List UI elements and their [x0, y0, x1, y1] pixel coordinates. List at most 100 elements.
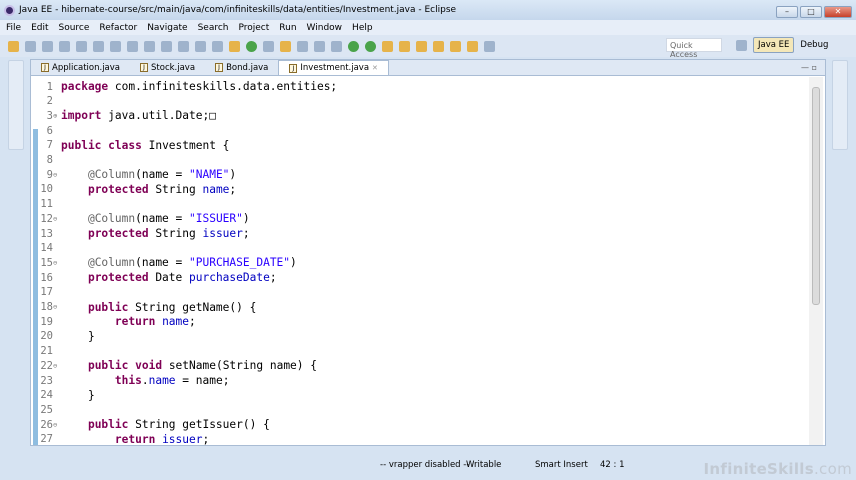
search-icon[interactable]	[263, 40, 274, 52]
code-token: public	[87, 359, 129, 373]
code-token: public	[87, 418, 129, 432]
next-annotation-icon[interactable]	[416, 40, 427, 52]
prev-annotation-icon[interactable]	[433, 40, 444, 52]
java-file-icon: J	[140, 63, 149, 72]
vertical-scrollbar[interactable]	[809, 77, 823, 445]
code-token: protected	[87, 182, 149, 196]
tab-stock[interactable]: J Stock.java	[130, 60, 205, 75]
tab-investment[interactable]: J Investment.java ✕	[278, 60, 389, 75]
editor-tabs: J Application.java J Stock.java J Bond.java…	[31, 60, 825, 76]
save-icon[interactable]	[25, 40, 36, 52]
menu-edit[interactable]: Edit	[31, 23, 48, 33]
show-whitespace-icon[interactable]	[314, 40, 325, 52]
tab-application[interactable]: J Application.java	[31, 60, 130, 75]
writable-status: Writable	[466, 460, 502, 470]
fold-toggle-icon[interactable]: ⊖	[53, 215, 57, 223]
perspective-debug[interactable]: Debug	[800, 40, 828, 50]
line-number: 26	[40, 418, 53, 431]
left-trim-stack[interactable]	[8, 60, 24, 150]
code-token: return	[114, 432, 156, 445]
last-edit-icon[interactable]	[450, 40, 461, 52]
skip-breakpoints-icon[interactable]	[76, 40, 87, 52]
code-line: 19 return name;	[31, 314, 195, 329]
fold-toggle-icon[interactable]: ⊖	[53, 362, 57, 370]
scroll-thumb[interactable]	[812, 87, 820, 305]
menu-help[interactable]: Help	[352, 23, 373, 33]
menu-project[interactable]: Project	[238, 23, 269, 33]
mark-occurrences-icon[interactable]	[280, 40, 291, 52]
print-icon[interactable]	[59, 40, 70, 52]
forward-icon[interactable]	[484, 40, 495, 52]
line-number: 9	[46, 168, 53, 181]
block-selection-icon[interactable]	[297, 40, 308, 52]
step-return-icon[interactable]	[195, 40, 206, 52]
run-icon[interactable]	[348, 40, 359, 52]
code-token: Investment {	[141, 138, 230, 152]
code-token: protected	[87, 271, 149, 285]
tab-bond[interactable]: J Bond.java	[205, 60, 278, 75]
close-button[interactable]: ✕	[824, 6, 852, 18]
line-number: 25	[40, 403, 53, 416]
line-number: 22	[40, 359, 53, 372]
menu-window[interactable]: Window	[307, 23, 343, 33]
new-project-icon[interactable]	[382, 40, 393, 52]
minimize-maximize-icons[interactable]: — ▫	[801, 63, 817, 72]
fold-toggle-icon[interactable]: ⊖	[53, 259, 57, 267]
line-number: 3	[46, 109, 53, 122]
open-perspective-icon[interactable]	[736, 39, 747, 51]
fold-toggle-icon[interactable]: ⊖	[53, 171, 57, 179]
window-title: Java EE - hibernate-course/src/main/java…	[19, 5, 457, 15]
code-token: (name =	[135, 168, 189, 182]
line-number: 20	[40, 330, 53, 343]
save-all-icon[interactable]	[42, 40, 53, 52]
disconnect-icon[interactable]	[144, 40, 155, 52]
external-tools-icon[interactable]	[365, 40, 376, 52]
menu-source[interactable]: Source	[59, 23, 90, 33]
code-token: void	[135, 359, 163, 373]
right-trim-stack[interactable]	[832, 60, 848, 150]
code-token: return	[114, 315, 156, 329]
open-folder-icon[interactable]	[399, 40, 410, 52]
server-icon[interactable]	[246, 40, 257, 52]
suspend-icon[interactable]	[110, 40, 121, 52]
fold-toggle-icon[interactable]: ⊖	[53, 421, 57, 429]
java-file-icon: J	[215, 63, 224, 72]
maximize-button[interactable]: □	[800, 6, 822, 18]
resume-icon[interactable]	[93, 40, 104, 52]
fold-toggle-icon[interactable]: ⊕	[53, 112, 57, 120]
fold-toggle-icon[interactable]: ⊖	[53, 303, 57, 311]
tab-close-icon[interactable]: ✕	[372, 64, 378, 72]
code-token: ;	[202, 432, 210, 445]
code-token: .	[141, 374, 149, 387]
perspective-java-ee[interactable]: Java EE	[753, 37, 795, 53]
menu-run[interactable]: Run	[279, 23, 296, 33]
back-icon[interactable]	[467, 40, 478, 52]
step-over-icon[interactable]	[178, 40, 189, 52]
minimize-button[interactable]: –	[776, 6, 798, 18]
step-into-icon[interactable]	[161, 40, 172, 52]
quick-access-input[interactable]: Quick Access	[666, 38, 722, 59]
terminate-icon[interactable]	[127, 40, 138, 52]
code-token: name	[148, 374, 176, 387]
java-file-icon: J	[289, 63, 298, 73]
code-line: 24 }	[31, 388, 94, 403]
code-area[interactable]: 1 package com.infiniteskills.data.entitie…	[31, 77, 807, 445]
menu-file[interactable]: File	[6, 23, 21, 33]
debug-icon[interactable]	[331, 40, 342, 52]
open-type-icon[interactable]	[229, 40, 240, 52]
code-token: protected	[87, 227, 149, 240]
menu-search[interactable]: Search	[198, 23, 229, 33]
new-icon[interactable]	[8, 40, 19, 52]
vrapper-status: -- vrapper disabled --	[380, 460, 470, 470]
code-token: }	[61, 329, 95, 343]
menu-refactor[interactable]: Refactor	[99, 23, 137, 33]
menu-navigate[interactable]: Navigate	[147, 23, 187, 33]
code-line: 15 ⊖ @Column (name = "PURCHASE_DATE")	[31, 255, 296, 270]
toggle-comment-icon[interactable]	[212, 40, 223, 52]
code-line: 18 ⊖ public String getName() {	[31, 300, 256, 315]
